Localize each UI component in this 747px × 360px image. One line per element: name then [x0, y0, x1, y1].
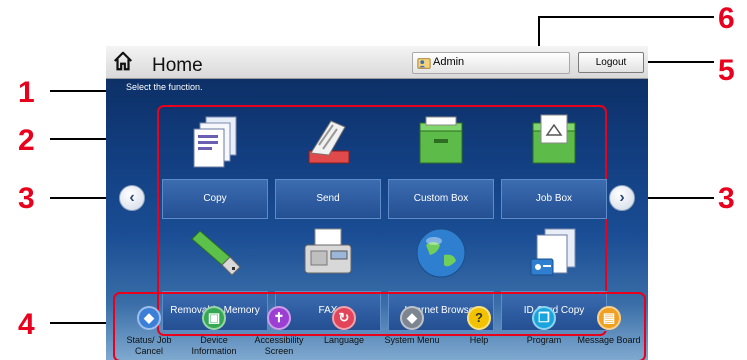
previous-page-button[interactable]: ‹ [119, 185, 145, 211]
instruction-text: Select the function. [126, 82, 203, 92]
next-page-button[interactable]: › [609, 185, 635, 211]
menu-label: Message Board [577, 335, 641, 345]
callout-1: 1 [18, 76, 35, 109]
message-board-icon: ▤ [602, 310, 616, 325]
user-icon [417, 58, 431, 69]
job-box-icon [532, 114, 576, 164]
user-name: Admin [433, 56, 465, 68]
home-icon[interactable] [112, 50, 134, 72]
program-button[interactable]: ❐ Program [513, 306, 573, 360]
function-custom-box[interactable]: Custom Box [388, 109, 494, 221]
accessibility-button[interactable]: ✝ Accessibility Screen [248, 306, 308, 360]
device-information-button[interactable]: ▣ Device Information [183, 306, 243, 360]
callout-5: 5 [718, 54, 735, 87]
message-board-button[interactable]: ▤ Message Board [577, 306, 641, 360]
system-menu-button[interactable]: ◆ System Menu [381, 306, 441, 360]
menu-label: Program [526, 335, 562, 345]
callout-3-right-line [640, 197, 714, 199]
callout-2: 2 [18, 124, 35, 157]
accessibility-icon: ✝ [273, 310, 285, 325]
function-label: Custom Box [388, 179, 494, 219]
system-menu-icon: ◆ [407, 310, 417, 325]
callout-5-line [640, 61, 714, 63]
menu-label: Language [323, 335, 365, 345]
fax-icon [304, 228, 352, 274]
program-icon: ❐ [538, 310, 550, 325]
callout-3-right: 3 [718, 182, 735, 215]
login-user-display[interactable]: Admin [412, 52, 570, 74]
copy-icon [193, 116, 237, 168]
menu-label: Help [469, 335, 489, 345]
help-icon: ? [475, 310, 483, 325]
menu-label: Device Information [191, 335, 237, 356]
status-icon: ◆ [144, 310, 154, 325]
function-label: Job Box [501, 179, 607, 219]
callout-3-left: 3 [18, 182, 35, 215]
callout-4: 4 [18, 308, 35, 341]
logout-button[interactable]: Logout [578, 52, 644, 73]
status-job-cancel-button[interactable]: ◆ Status/ Job Cancel [118, 306, 178, 360]
device-screen: Home Admin Logout Select the function. ‹… [106, 46, 648, 360]
page-title: Home [152, 55, 203, 76]
help-button[interactable]: ? Help [448, 306, 508, 360]
globe-icon [416, 228, 466, 278]
title-bar: Home Admin Logout [106, 46, 648, 79]
callout-6-line [538, 16, 714, 18]
usb-memory-icon [191, 230, 241, 276]
chevron-right-icon: › [619, 189, 625, 206]
callout-6: 6 [718, 2, 735, 35]
menu-label: System Menu [384, 335, 440, 345]
system-menu-bar: ◆ Status/ Job Cancel ▣ Device Informatio… [113, 292, 646, 360]
language-icon: ↻ [338, 310, 350, 325]
chevron-left-icon: ‹ [129, 189, 135, 206]
function-label: Send [275, 179, 381, 219]
send-icon [308, 120, 350, 164]
device-info-icon: ▣ [207, 310, 221, 325]
custom-box-icon [419, 116, 463, 164]
function-send[interactable]: Send [275, 109, 381, 221]
id-card-copy-icon [530, 228, 576, 276]
menu-label: Status/ Job Cancel [126, 335, 172, 356]
function-label: Copy [162, 179, 268, 219]
function-copy[interactable]: Copy [162, 109, 268, 221]
language-button[interactable]: ↻ Language [313, 306, 373, 360]
menu-label: Accessibility Screen [254, 335, 304, 356]
function-job-box[interactable]: Job Box [501, 109, 607, 221]
